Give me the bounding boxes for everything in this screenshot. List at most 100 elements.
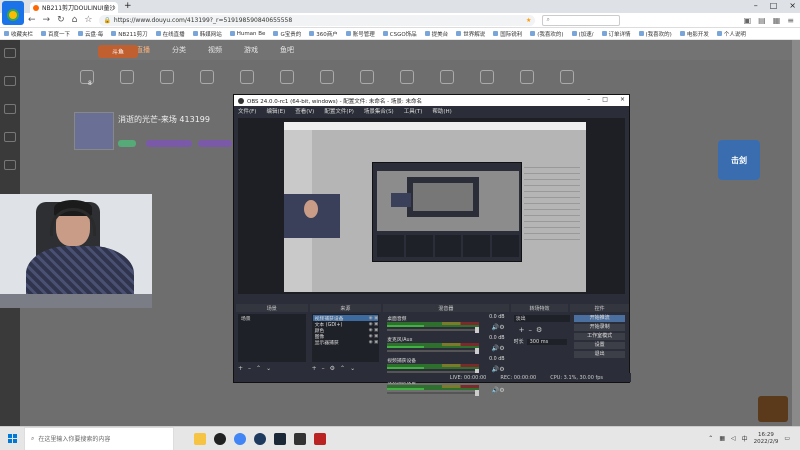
sidebar-icon[interactable]	[4, 48, 16, 58]
visibility-icon[interactable]: ◉ ▣	[369, 334, 379, 339]
gift-banner[interactable]	[758, 396, 788, 422]
address-bar[interactable]: 🔒 https://www.douyu.com/413199?_r=519198…	[99, 14, 536, 26]
volume-slider[interactable]	[387, 348, 480, 354]
visibility-icon[interactable]: ◉ ▣	[369, 322, 379, 327]
notification-icon[interactable]: ▭	[784, 435, 790, 442]
close-window-icon[interactable]: ×	[620, 96, 625, 103]
volume-icon[interactable]: ◁	[731, 435, 736, 442]
site-nav-item[interactable]: 游戏	[244, 45, 258, 55]
bookmark-item[interactable]: 在线直播	[155, 30, 185, 38]
tray-expand-icon[interactable]: ⌃	[708, 435, 713, 442]
source-item[interactable]: 显示器捕获 ◉ ▣	[313, 339, 379, 346]
site-nav-item[interactable]: 直播	[136, 45, 150, 55]
profile-badge[interactable]	[2, 1, 24, 25]
category-icon[interactable]	[440, 70, 454, 84]
bookmark-item[interactable]: 电影开发	[679, 30, 709, 38]
bookmark-item[interactable]: 韩媒网站	[192, 30, 222, 38]
visibility-icon[interactable]: ◉ ▣	[369, 340, 379, 345]
visibility-icon[interactable]: ◉ ▣	[369, 316, 379, 321]
volume-slider-handle[interactable]	[475, 348, 480, 354]
obs-menu-item[interactable]: 查看(V)	[295, 107, 314, 115]
obs-menu-item[interactable]: 文件(F)	[238, 107, 256, 115]
browser-search-input[interactable]: ⌕	[542, 14, 621, 26]
scene-item[interactable]: 场景	[239, 315, 305, 322]
category-icon[interactable]	[120, 70, 134, 84]
taskbar-search-input[interactable]: ⌕ 在这里输入你要搜索的内容	[24, 426, 174, 450]
control-button[interactable]: 工作室模式	[574, 333, 625, 340]
category-icon[interactable]	[320, 70, 334, 84]
minimize-icon[interactable]: –	[587, 96, 590, 103]
bookmark-item[interactable]: 收藏夹栏	[4, 30, 33, 38]
volume-slider[interactable]	[387, 390, 480, 396]
control-button[interactable]: 开始录制	[574, 324, 625, 331]
category-icon[interactable]	[240, 70, 254, 84]
taskbar-clock[interactable]: 16:29 2022/2/9	[754, 432, 779, 446]
gear-icon[interactable]: ⚙	[536, 326, 546, 334]
bookmark-item[interactable]: 国际锐利	[493, 30, 522, 38]
bookmark-item[interactable]: 账号管理	[345, 30, 375, 38]
bookmark-item[interactable]: NB211剪刀	[111, 30, 148, 38]
category-icon[interactable]	[520, 70, 534, 84]
favorite-star-icon[interactable]: ★	[526, 17, 531, 24]
site-nav-item[interactable]: 视频	[208, 45, 222, 55]
app-icon[interactable]	[314, 432, 326, 445]
bookmark-star-icon[interactable]: ☆	[84, 15, 92, 25]
extension-icon[interactable]: ▣	[744, 16, 752, 25]
speaker-gear-icon[interactable]: 🔊⚙	[492, 324, 505, 331]
speaker-gear-icon[interactable]: 🔊⚙	[492, 387, 505, 394]
control-button[interactable]: 退出	[574, 351, 625, 358]
browser-tab-active[interactable]: NB211剪刀DOULINUI童沙 ×	[30, 2, 118, 13]
sidebar-icon[interactable]	[4, 132, 16, 142]
bookmark-item[interactable]: G宝贵的	[273, 30, 301, 38]
move-up-icon[interactable]: ⌃	[340, 365, 345, 372]
remove-icon[interactable]: –	[248, 365, 251, 372]
streamer-avatar[interactable]	[74, 112, 114, 150]
bookmark-item[interactable]: (我喜欢的)	[530, 30, 564, 38]
move-down-icon[interactable]: ⌄	[266, 365, 271, 372]
site-nav-item[interactable]: 分类	[172, 45, 186, 55]
bookmark-item[interactable]: 世界解说	[456, 30, 485, 38]
bookmark-item[interactable]: (我喜欢的)	[638, 30, 672, 38]
new-tab-icon[interactable]: +	[124, 1, 132, 11]
duration-input[interactable]: 300 ms	[526, 338, 567, 345]
start-button[interactable]	[0, 427, 24, 450]
sidebar-icon[interactable]	[4, 104, 16, 114]
speaker-gear-icon[interactable]: 🔊⚙	[492, 345, 505, 352]
chrome-app-icon[interactable]	[234, 432, 246, 445]
volume-slider-handle[interactable]	[475, 327, 480, 333]
speaker-gear-icon[interactable]: 🔊⚙	[492, 366, 505, 373]
add-icon[interactable]: +	[519, 326, 529, 334]
category-icon[interactable]	[360, 70, 374, 84]
control-button[interactable]: 设置	[574, 342, 625, 349]
remove-icon[interactable]: –	[528, 326, 536, 334]
minimize-icon[interactable]: –	[754, 1, 758, 10]
bookmark-item[interactable]: Human Be	[229, 31, 265, 37]
close-window-icon[interactable]: ×	[789, 1, 796, 10]
obs-preview[interactable]	[238, 118, 625, 294]
bookmark-item[interactable]: 360商户	[309, 30, 338, 38]
back-icon[interactable]: ←	[28, 15, 36, 25]
sidebar-icon[interactable]	[4, 76, 16, 86]
add-icon[interactable]: +	[312, 365, 317, 372]
bookmark-item[interactable]: 提美台	[424, 30, 448, 38]
reload-icon[interactable]: ↻	[57, 15, 65, 25]
visibility-icon[interactable]: ◉ ▣	[369, 328, 379, 333]
category-icon[interactable]	[480, 70, 494, 84]
obs-app-icon[interactable]	[214, 432, 226, 445]
control-button[interactable]: 开始推流	[574, 315, 625, 322]
category-icon[interactable]	[160, 70, 174, 84]
obs-menu-item[interactable]: 编辑(E)	[266, 107, 285, 115]
transition-select[interactable]: 淡出	[513, 315, 574, 322]
ime-indicator[interactable]: 中	[742, 434, 748, 443]
category-icon[interactable]	[400, 70, 414, 84]
network-icon[interactable]: ▦	[719, 435, 725, 442]
steam-app-icon[interactable]	[274, 432, 286, 445]
home-icon[interactable]: ⌂	[72, 15, 78, 25]
bookmark-item[interactable]: 云盘·每	[78, 30, 103, 38]
site-nav-item[interactable]: 鱼吧	[280, 45, 294, 55]
side-promo-banner[interactable]: 击剑	[718, 140, 760, 180]
file-explorer-icon[interactable]	[194, 432, 206, 445]
forward-icon[interactable]: →	[43, 15, 51, 25]
bookmark-item[interactable]: 订单详情	[601, 30, 631, 38]
bookmark-item[interactable]: CSGO饰品	[382, 30, 417, 38]
